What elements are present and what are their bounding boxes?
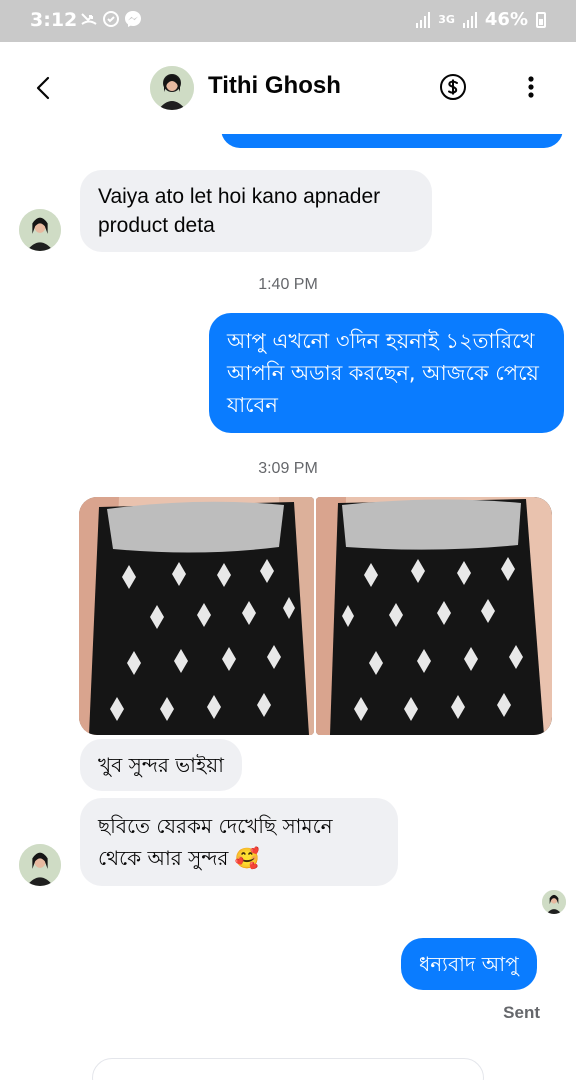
sender-avatar[interactable] [19, 844, 61, 886]
sender-avatar[interactable] [19, 209, 61, 251]
timestamp: 3:09 PM [258, 460, 318, 477]
dress-photo-left[interactable] [79, 497, 314, 735]
incoming-message[interactable]: খুব সুন্দর ভাইয়া [80, 739, 242, 791]
avatar-photo [19, 844, 61, 886]
message-line: থেকে আর সুন্দর 🥰 [98, 846, 260, 870]
network-type: 3G [438, 12, 455, 26]
outgoing-message[interactable]: আপু এখনো ৩দিন হয়নাই ১২তারিখে আপনি অডার … [209, 313, 564, 433]
status-bar: 3:12 3G 46% [0, 0, 576, 42]
more-vertical-icon[interactable] [518, 72, 544, 102]
battery-percent: 46% [484, 9, 528, 30]
signal-icon-2 [462, 11, 477, 28]
black-embroidered-dress-photo [316, 497, 552, 735]
incoming-message[interactable]: Vaiya ato let hoi kano apnader product d… [80, 170, 432, 252]
message-line: ছবিতে যেরকম দেখেছি সামনে [98, 814, 333, 838]
black-embroidered-dress-photo [79, 497, 314, 735]
notification-icons [80, 10, 142, 28]
data-saver-icon [103, 11, 119, 27]
composer-area[interactable] [92, 1058, 484, 1080]
status-time: 3:12 [30, 9, 78, 31]
avatar-photo [19, 209, 61, 251]
conversation-header: Tithi Ghosh [0, 42, 576, 134]
contact-name[interactable]: Tithi Ghosh [208, 72, 341, 100]
missed-call-icon [81, 13, 97, 25]
incoming-message[interactable]: ছবিতে যেরকম দেখেছি সামনে থেকে আর সুন্দর … [80, 798, 398, 886]
sent-status: Sent [503, 1003, 540, 1022]
messenger-icon [125, 11, 141, 27]
avatar-photo [542, 890, 566, 914]
dress-photo-right[interactable] [316, 497, 552, 735]
dollar-icon[interactable] [439, 73, 467, 101]
avatar-photo [150, 66, 194, 110]
contact-avatar[interactable] [150, 66, 194, 110]
back-arrow-icon[interactable] [28, 72, 60, 104]
signal-icon [416, 11, 431, 28]
seen-avatar [542, 890, 566, 914]
outgoing-message[interactable]: ধন্যবাদ আপু [401, 938, 537, 990]
battery-icon [536, 11, 546, 28]
status-right: 3G 46% [416, 9, 546, 30]
timestamp: 1:40 PM [258, 276, 318, 293]
